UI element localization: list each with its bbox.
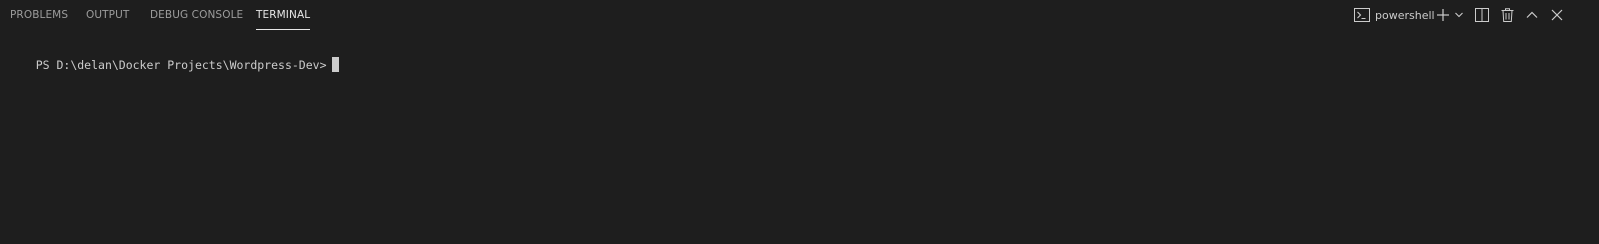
- shell-name-label: powershell: [1375, 8, 1435, 22]
- tab-problems[interactable]: PROBLEMS: [10, 0, 68, 30]
- new-terminal-button[interactable]: [1435, 5, 1451, 25]
- terminal-icon: [1354, 8, 1370, 22]
- close-icon: [1551, 9, 1563, 21]
- terminal-output[interactable]: PS D:\delan\Docker Projects\Wordpress-De…: [8, 41, 1591, 72]
- panel-actions: powershell: [1339, 0, 1599, 30]
- split-icon: [1475, 8, 1489, 22]
- terminal-prompt: PS D:\delan\Docker Projects\Wordpress-De…: [35, 58, 327, 72]
- chevron-up-icon: [1526, 11, 1538, 18]
- terminal-profile-button[interactable]: powershell: [1354, 5, 1435, 25]
- maximize-panel-button[interactable]: [1524, 5, 1540, 25]
- terminal-cursor: [331, 57, 339, 72]
- split-terminal-button[interactable]: [1474, 5, 1490, 25]
- terminal-panel: PROBLEMS OUTPUT DEBUG CONSOLE TERMINAL p…: [0, 0, 1599, 244]
- chevron-down-icon: [1455, 12, 1463, 18]
- plus-icon: [1437, 9, 1449, 21]
- tab-terminal[interactable]: TERMINAL: [256, 0, 311, 30]
- panel-tab-bar: PROBLEMS OUTPUT DEBUG CONSOLE TERMINAL p…: [0, 0, 1599, 30]
- launch-profile-button[interactable]: [1453, 5, 1465, 25]
- kill-terminal-button[interactable]: [1499, 5, 1515, 25]
- trash-icon: [1501, 8, 1513, 22]
- tab-debug-console[interactable]: DEBUG CONSOLE: [150, 0, 243, 30]
- tab-output[interactable]: OUTPUT: [86, 0, 129, 30]
- close-panel-button[interactable]: [1549, 5, 1565, 25]
